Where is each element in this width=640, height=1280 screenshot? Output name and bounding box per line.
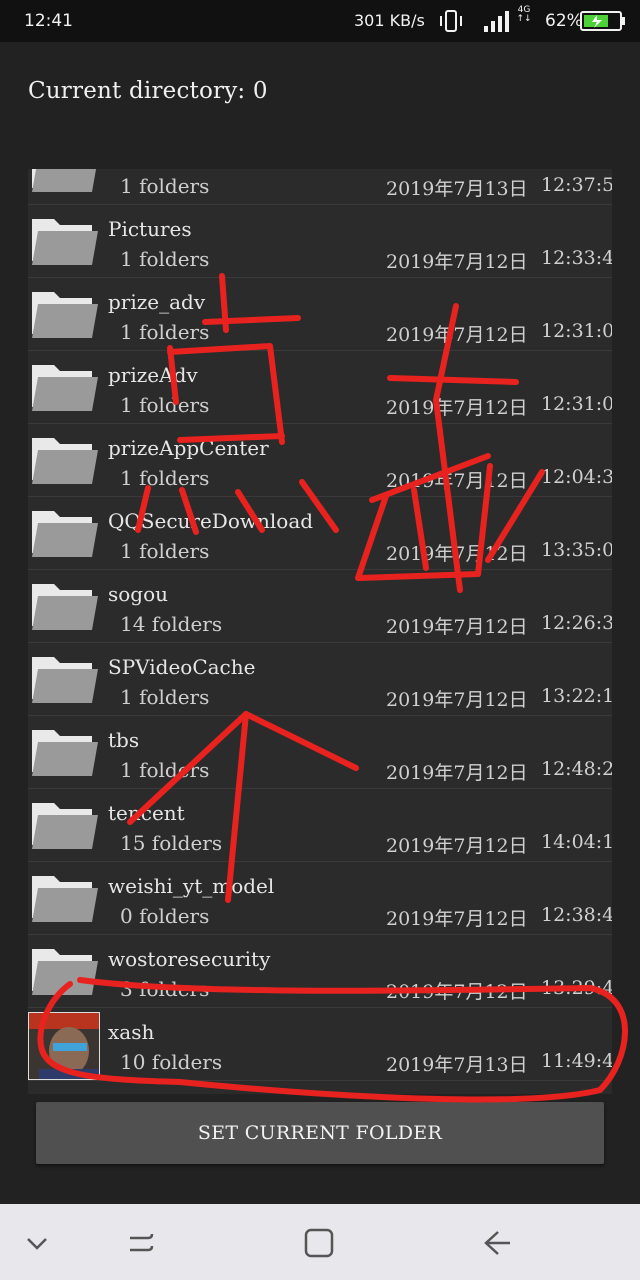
folder-count: 1 folders bbox=[120, 539, 210, 563]
folder-name: Pictures bbox=[108, 217, 192, 241]
folder-row[interactable]: xash 10 folders 2019年7月13日 11:49:42 bbox=[28, 1008, 612, 1081]
recent-apps-icon[interactable] bbox=[124, 1226, 158, 1260]
folder-icon bbox=[32, 730, 98, 776]
folder-count: 1 folders bbox=[120, 247, 210, 271]
folder-thumbnail-icon bbox=[28, 1012, 100, 1080]
chevron-down-icon[interactable] bbox=[20, 1226, 54, 1260]
folder-name: prize_adv bbox=[108, 290, 206, 314]
folder-time: 12:31:03 bbox=[541, 320, 612, 342]
folder-list[interactable]: OSSLog1 folders2019年7月13日12:37:59Picture… bbox=[28, 169, 612, 1094]
folder-row[interactable]: prize_adv 1 folders 2019年7月12日 12:31:03 bbox=[28, 278, 612, 351]
signal-icon bbox=[484, 11, 509, 32]
folder-name: xash bbox=[108, 1020, 155, 1044]
folder-name: weishi_yt_model bbox=[108, 874, 275, 898]
folder-name: prizeAppCenter bbox=[108, 436, 269, 460]
folder-icon bbox=[32, 584, 98, 630]
folder-date: 2019年7月13日 bbox=[386, 178, 528, 200]
network-type-icon: 4G ↑↓ bbox=[516, 5, 532, 24]
folder-icon bbox=[32, 803, 98, 849]
folder-date: 2019年7月12日 bbox=[386, 616, 528, 638]
network-speed: 301 KB/s bbox=[354, 11, 425, 30]
folder-count: 1 folders bbox=[120, 758, 210, 782]
folder-row[interactable]: weishi_yt_model 0 folders 2019年7月12日 12:38:… bbox=[28, 862, 612, 935]
folder-count: 1 folders bbox=[120, 466, 210, 490]
current-directory-label: Current directory: 0 bbox=[28, 78, 268, 104]
folder-date: 2019年7月12日 bbox=[386, 470, 528, 492]
folder-date: 2019年7月12日 bbox=[386, 397, 528, 419]
folder-row[interactable]: prizeAdv 1 folders 2019年7月12日 12:31:03 bbox=[28, 351, 612, 424]
app-content: Current directory: 0 OSSLog1 folders2019… bbox=[0, 42, 640, 1204]
folder-count: 1 folders bbox=[120, 174, 210, 198]
folder-name: wostoresecurity bbox=[108, 947, 271, 971]
folder-time: 12:04:37 bbox=[541, 466, 612, 488]
folder-icon bbox=[32, 657, 98, 703]
folder-name: SPVideoCache bbox=[108, 655, 256, 679]
folder-time: 12:33:40 bbox=[541, 247, 612, 269]
folder-name: prizeAdv bbox=[108, 363, 198, 387]
folder-date: 2019年7月12日 bbox=[386, 835, 528, 857]
network-type: 4G bbox=[517, 5, 531, 15]
folder-count: 1 folders bbox=[120, 320, 210, 344]
home-icon[interactable] bbox=[302, 1226, 336, 1260]
folder-icon bbox=[32, 876, 98, 922]
back-icon[interactable] bbox=[480, 1226, 514, 1260]
folder-row[interactable]: wostoresecurity 3 folders 2019年7月12日 13:29:… bbox=[28, 935, 612, 1008]
folder-count: 1 folders bbox=[120, 685, 210, 709]
folder-count: 1 folders bbox=[120, 393, 210, 417]
folder-date: 2019年7月12日 bbox=[386, 543, 528, 565]
folder-row[interactable]: sogou 14 folders 2019年7月12日 12:26:32 bbox=[28, 570, 612, 643]
folder-icon bbox=[32, 169, 97, 192]
folder-date: 2019年7月12日 bbox=[386, 251, 528, 273]
folder-row[interactable]: tencent 15 folders 2019年7月12日 14:04:12 bbox=[28, 789, 612, 862]
folder-date: 2019年7月13日 bbox=[386, 1054, 528, 1076]
folder-name: tencent bbox=[108, 801, 185, 825]
vibrate-icon bbox=[440, 10, 462, 32]
folder-count: 15 folders bbox=[120, 831, 223, 855]
folder-count: 3 folders bbox=[120, 977, 210, 1001]
folder-time: 12:31:03 bbox=[541, 393, 612, 415]
folder-time: 12:26:32 bbox=[541, 612, 612, 634]
folder-date: 2019年7月12日 bbox=[386, 981, 528, 1003]
folder-row[interactable]: Pictures 1 folders 2019年7月12日 12:33:40 bbox=[28, 205, 612, 278]
battery-icon bbox=[580, 11, 625, 31]
folder-icon bbox=[32, 292, 98, 338]
folder-icon bbox=[32, 949, 98, 995]
status-time: 12:41 bbox=[24, 11, 73, 31]
folder-date: 2019年7月12日 bbox=[386, 908, 528, 930]
folder-time: 11:49:42 bbox=[541, 1050, 612, 1072]
battery-percent: 62% bbox=[545, 11, 583, 31]
folder-time: 12:38:43 bbox=[541, 904, 612, 926]
status-bar: 12:41 301 KB/s 4G ↑↓ 62% bbox=[0, 0, 640, 42]
folder-name: QQSecureDownload bbox=[108, 509, 314, 533]
folder-count: 14 folders bbox=[120, 612, 223, 636]
folder-time: 12:48:28 bbox=[541, 758, 612, 780]
folder-time: 13:22:10 bbox=[541, 685, 612, 707]
folder-time: 12:37:59 bbox=[541, 174, 612, 196]
folder-time: 14:04:12 bbox=[541, 831, 612, 853]
folder-row[interactable]: QQSecureDownload 1 folders 2019年7月12日 13:35… bbox=[28, 497, 612, 570]
folder-date: 2019年7月12日 bbox=[386, 689, 528, 711]
folder-name: tbs bbox=[108, 728, 140, 752]
navigation-bar bbox=[0, 1204, 640, 1280]
folder-date: 2019年7月12日 bbox=[386, 762, 528, 784]
folder-count: 10 folders bbox=[120, 1050, 223, 1074]
folder-icon bbox=[32, 365, 98, 411]
folder-row[interactable]: prizeAppCenter 1 folders 2019年7月12日 12:04:3… bbox=[28, 424, 612, 497]
folder-name: sogou bbox=[108, 582, 169, 606]
folder-row[interactable]: tbs 1 folders 2019年7月12日 12:48:28 bbox=[28, 716, 612, 789]
folder-count: 0 folders bbox=[120, 904, 210, 928]
folder-icon bbox=[32, 438, 98, 484]
folder-time: 13:35:07 bbox=[541, 539, 612, 561]
folder-icon bbox=[32, 219, 98, 265]
folder-row[interactable]: SPVideoCache 1 folders 2019年7月12日 13:22:10 bbox=[28, 643, 612, 716]
folder-time: 13:29:48 bbox=[541, 977, 612, 999]
folder-icon bbox=[32, 511, 98, 557]
folder-date: 2019年7月12日 bbox=[386, 324, 528, 346]
folder-row[interactable]: OSSLog1 folders2019年7月13日12:37:59 bbox=[28, 169, 612, 205]
set-current-folder-button[interactable]: SET CURRENT FOLDER bbox=[36, 1102, 604, 1164]
